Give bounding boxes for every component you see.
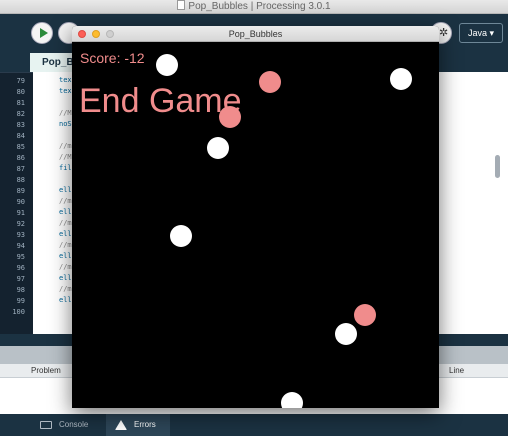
bubble-pink[interactable] [354,304,376,326]
ide-title: Pop_Bubbles | Processing 3.0.1 [188,1,331,12]
line-number: 98 [16,286,25,294]
sketch-window: Pop_Bubbles Score: -12 End Game [72,26,439,408]
bubble-white[interactable] [156,54,178,76]
run-button[interactable] [31,22,53,44]
sketch-canvas[interactable]: Score: -12 End Game [72,42,439,408]
line-number: 79 [16,77,25,85]
score-text: Score: -12 [80,50,145,66]
debug-icon: ✲ [439,27,449,39]
tab-pop-bubbles[interactable]: Pop_Bubbles [30,53,76,72]
bubble-pink[interactable] [259,71,281,93]
line-number: 95 [16,253,25,261]
line-number: 89 [16,187,25,195]
ide-title-bar: Pop_Bubbles | Processing 3.0.1 [0,0,508,14]
document-icon [177,0,186,10]
sketch-title-bar[interactable]: Pop_Bubbles [72,26,439,42]
sketch-title: Pop_Bubbles [228,29,283,39]
minimize-window-button[interactable] [92,30,100,38]
line-number: 99 [16,297,25,305]
mode-selector[interactable]: Java ▾ [459,23,503,43]
maximize-window-button[interactable] [106,30,114,38]
tab-console[interactable]: Console [31,414,101,436]
line-number: 92 [16,220,25,228]
line-number: 83 [16,121,25,129]
editor-scrollbar[interactable] [493,72,503,334]
line-number: 91 [16,209,25,217]
bubble-white[interactable] [335,323,357,345]
line-number: 100 [12,308,25,316]
line-number: 87 [16,165,25,173]
line-number: 81 [16,99,25,107]
line-number: 97 [16,275,25,283]
column-line: Line [449,366,465,375]
line-number-gutter: 79 80 81 82 83 84 85 86 87 88 89 90 91 92 93 94 95 96 97 98… [0,72,33,334]
tab-errors[interactable]: Errors [106,414,170,436]
line-number: 93 [16,231,25,239]
bubble-white[interactable] [390,68,412,90]
console-icon [40,421,52,429]
line-number: 96 [16,264,25,272]
line-number: 90 [16,198,25,206]
tab-console-label: Console [59,420,89,429]
bubble-white[interactable] [281,392,303,408]
line-number: 86 [16,154,25,162]
bubble-white[interactable] [170,225,192,247]
warning-icon [115,420,127,430]
column-problem: Problem [31,366,61,375]
line-number: 84 [16,132,25,140]
end-game-text: End Game [79,82,242,120]
editor-scrollbar-thumb[interactable] [495,155,500,178]
play-icon [40,28,48,38]
tab-errors-label: Errors [134,420,156,429]
console-tab-bar: Console Errors [0,414,508,436]
bubble-white[interactable] [207,137,229,159]
line-number: 80 [16,88,25,96]
screen: Pop_Bubbles | Processing 3.0.1 ✲ Java ▾ … [0,0,508,436]
line-number: 82 [16,110,25,118]
line-number: 88 [16,176,25,184]
line-number: 85 [16,143,25,151]
line-number: 94 [16,242,25,250]
close-window-button[interactable] [78,30,86,38]
